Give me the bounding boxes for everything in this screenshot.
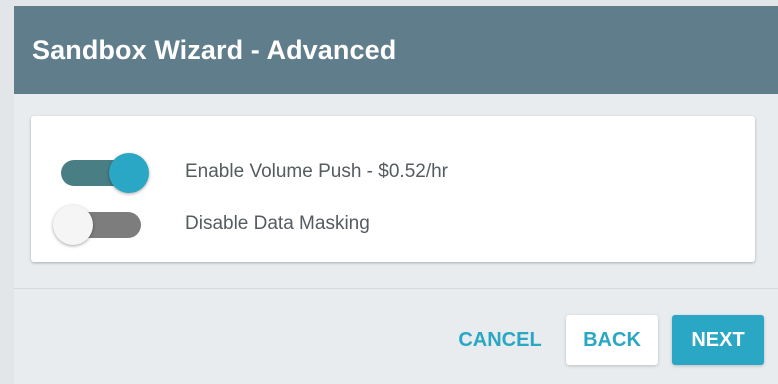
back-button[interactable]: BACK (566, 315, 658, 365)
data-masking-label: Disable Data Masking (185, 213, 370, 234)
dialog-title: Sandbox Wizard - Advanced (32, 34, 397, 65)
data-masking-option: Disable Data Masking (53, 204, 370, 245)
volume-push-toggle[interactable] (61, 152, 149, 193)
dialog-header: Sandbox Wizard - Advanced (14, 6, 778, 94)
options-card: Enable Volume Push - $0.52/hr Disable Da… (31, 116, 755, 262)
toggle-thumb[interactable] (109, 153, 149, 193)
volume-push-label: Enable Volume Push - $0.52/hr (185, 161, 449, 182)
data-masking-toggle[interactable] (53, 204, 149, 245)
cancel-button[interactable]: CANCEL (444, 315, 556, 365)
toggle-thumb[interactable] (53, 205, 93, 245)
sandbox-wizard-dialog: Sandbox Wizard - Advanced Enable Volume … (14, 6, 778, 384)
footer-divider (14, 288, 778, 289)
next-button[interactable]: NEXT (672, 315, 764, 365)
volume-push-option: Enable Volume Push - $0.52/hr (61, 152, 449, 193)
